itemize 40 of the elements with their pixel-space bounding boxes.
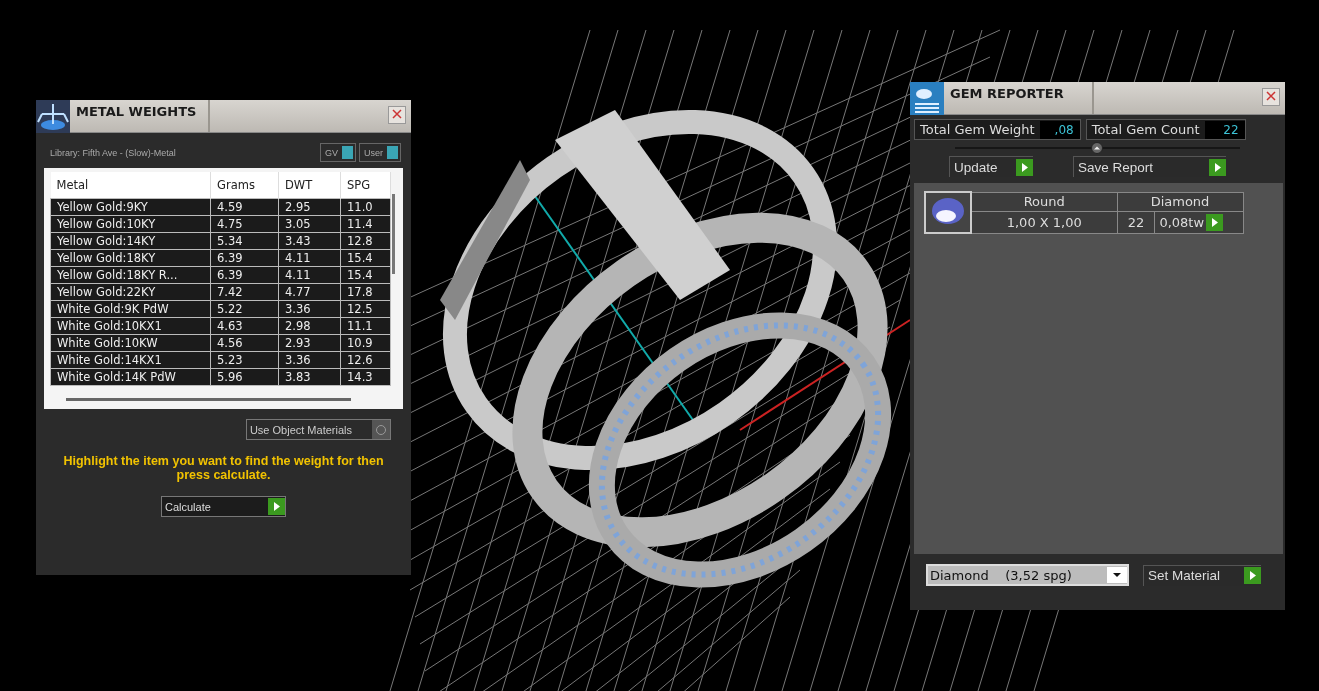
table-cell: 2.95: [278, 198, 341, 216]
toggle-switch[interactable]: User: [359, 143, 401, 162]
column-header: Metal: [50, 172, 211, 199]
update-button[interactable]: Update: [949, 156, 1033, 177]
table-cell: 11.0: [340, 198, 391, 216]
window-title: GEM REPORTER: [944, 82, 1094, 114]
toggle-switch[interactable]: GV: [319, 143, 356, 162]
table-cell: 4.59: [210, 198, 279, 216]
total-count-field: Total Gem Count 22: [1085, 119, 1246, 140]
material-dropdown[interactable]: Diamond (3,52 spg): [926, 564, 1129, 586]
library-label: Library: Fifth Ave - (Slow)-Metal: [50, 147, 176, 158]
calculate-button[interactable]: Calculate: [161, 496, 286, 517]
close-icon: [392, 109, 402, 119]
scale-icon: [36, 100, 70, 133]
column-header: Grams: [210, 172, 279, 199]
table-cell: Yellow Gold:9KY: [50, 198, 211, 216]
play-icon: [1016, 158, 1033, 176]
use-object-materials-checkbox[interactable]: Use Object Materials: [245, 419, 391, 440]
set-material-button[interactable]: Set Material: [1143, 564, 1261, 586]
column-header: DWT: [278, 172, 341, 199]
window-title: METAL WEIGHTS: [70, 100, 210, 132]
save-report-button[interactable]: Save Report: [1073, 156, 1226, 177]
close-button[interactable]: [1262, 88, 1280, 106]
total-weight-field: Total Gem Weight ,08: [914, 119, 1081, 140]
instruction-text: Highlight the item you want to find the weight for then press calculate.: [62, 454, 385, 482]
caret-icon: [1107, 567, 1127, 583]
play-icon: [1209, 158, 1226, 176]
gem-icon: [930, 195, 966, 227]
gem-shape: Round: [971, 192, 1117, 212]
column-header: SPG: [340, 172, 391, 199]
scrollbar[interactable]: [66, 398, 351, 401]
play-icon: [1206, 213, 1224, 231]
close-icon: [1266, 91, 1276, 101]
play-icon: [1244, 567, 1261, 584]
collapse-handle[interactable]: [955, 142, 1240, 154]
close-button[interactable]: [388, 106, 406, 124]
play-icon: [268, 498, 285, 515]
scrollbar[interactable]: [392, 194, 395, 274]
gem-material: Diamond: [1117, 192, 1243, 212]
report-icon: [910, 82, 944, 115]
